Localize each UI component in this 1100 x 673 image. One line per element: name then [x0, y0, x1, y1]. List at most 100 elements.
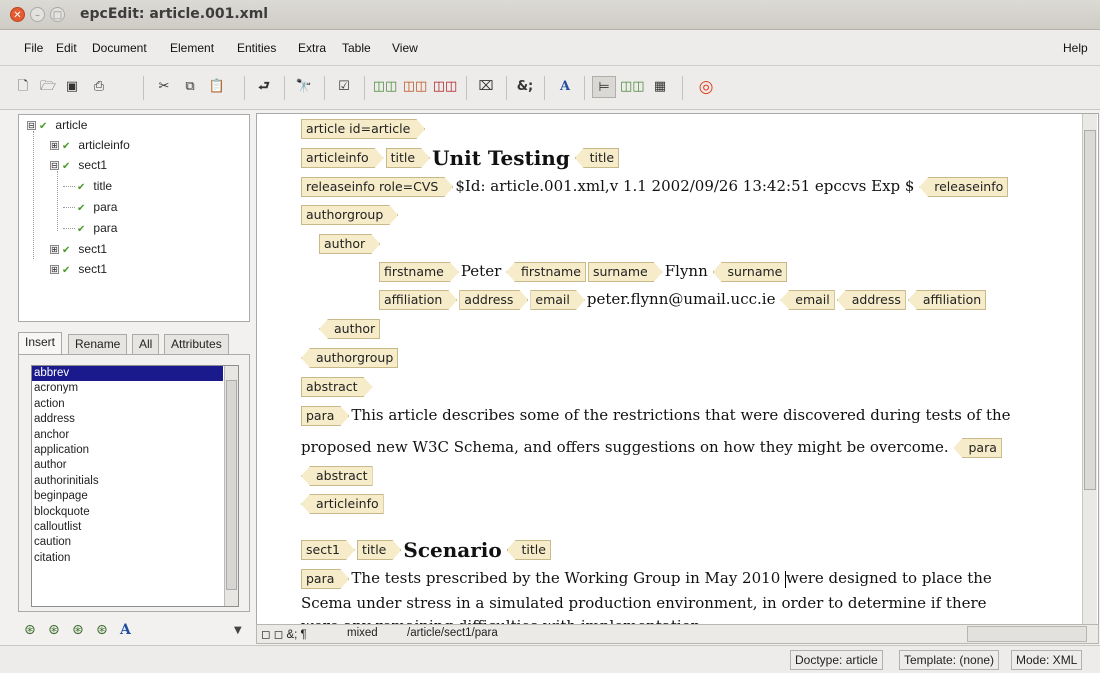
list-item[interactable]: application — [32, 443, 238, 458]
tab-rename[interactable]: Rename — [68, 334, 128, 354]
tree-node-title[interactable]: ✔ title — [77, 179, 112, 193]
font-icon[interactable]: A — [120, 622, 131, 638]
list-item[interactable]: author — [32, 458, 238, 473]
close-tag-author[interactable]: author — [319, 319, 381, 339]
open-tag-releaseinfo[interactable]: releaseinfo role=CVS — [301, 177, 453, 197]
print-icon[interactable]: ⎙ — [88, 76, 110, 98]
tree-node-sect1[interactable]: ⊞ ✔ sect1 — [50, 242, 107, 256]
entity-icon[interactable]: &; — [514, 76, 536, 98]
open-tag-affiliation[interactable]: affiliation — [379, 290, 457, 310]
maximize-window-button[interactable]: □ — [50, 7, 65, 22]
list-item[interactable]: abbrev — [32, 366, 223, 382]
tree-node-articleinfo[interactable]: ⊞ ✔ articleinfo — [50, 138, 130, 152]
insert-child-icon[interactable]: ⊛ — [48, 622, 60, 638]
menu-edit[interactable]: Edit — [56, 41, 77, 55]
open-tag-authorgroup[interactable]: authorgroup — [301, 205, 398, 225]
email-text[interactable]: peter.flynn@umail.ucc.ie — [587, 290, 776, 308]
menu-extra[interactable]: Extra — [298, 41, 326, 55]
article-title-text[interactable]: Unit Testing — [432, 146, 570, 170]
list-item[interactable]: citation — [32, 551, 238, 566]
chevron-down-icon[interactable]: ▼ — [234, 625, 242, 636]
open-tag-para[interactable]: para — [301, 569, 349, 589]
surname-text[interactable]: Flynn — [665, 262, 708, 280]
help-lifebuoy-icon[interactable]: ◎ — [694, 76, 718, 98]
editor-vertical-scrollbar[interactable] — [1082, 114, 1097, 624]
save-icon[interactable]: ▣ — [62, 76, 82, 98]
open-tag-author[interactable]: author — [319, 234, 380, 254]
scrollbar-thumb[interactable] — [1084, 130, 1096, 490]
paragraph-text[interactable]: were designed to place the — [786, 569, 992, 587]
close-window-button[interactable]: ✕ — [10, 7, 25, 22]
tree-node-article[interactable]: ⊟ ✔ article — [27, 118, 87, 132]
delete-element-icon[interactable]: ◫◫ — [432, 76, 458, 98]
close-tag-para[interactable]: para — [953, 438, 1002, 458]
insert-sibling-icon[interactable]: ⊛ — [72, 622, 84, 638]
collapse-icon[interactable]: ⊟ — [50, 161, 59, 171]
close-tag-releaseinfo[interactable]: releaseinfo — [919, 177, 1009, 197]
list-item[interactable]: action — [32, 397, 238, 412]
open-tag-articleinfo[interactable]: articleinfo — [301, 148, 384, 168]
menu-table[interactable]: Table — [342, 41, 371, 55]
close-tag-articleinfo[interactable]: articleinfo — [301, 494, 384, 514]
tree-node-para[interactable]: ✔ para — [77, 221, 117, 235]
menu-view[interactable]: View — [392, 41, 418, 55]
paragraph-text[interactable]: proposed new W3C Schema, and offers sugg… — [301, 438, 949, 456]
close-tag-affiliation[interactable]: affiliation — [907, 290, 987, 310]
minimize-window-button[interactable]: – — [30, 7, 45, 22]
attributes-icon[interactable]: ⌧ — [474, 76, 498, 98]
open-tag-para[interactable]: para — [301, 406, 349, 426]
tag-view-icon[interactable]: ◫◫ — [620, 76, 645, 98]
open-tag-sect1[interactable]: sect1 — [301, 540, 355, 560]
validate-icon[interactable]: ☑ — [334, 76, 354, 98]
expand-icon[interactable]: ⊞ — [50, 141, 59, 151]
insert-element-after-icon[interactable]: ◫◫ — [402, 76, 428, 98]
editor-horizontal-scrollbar[interactable] — [967, 626, 1087, 642]
list-item[interactable]: beginpage — [32, 489, 238, 504]
section-title-text[interactable]: Scenario — [403, 538, 501, 562]
find-icon[interactable]: 🔭 — [294, 76, 314, 98]
tree-node-para[interactable]: ✔ para — [77, 200, 117, 214]
new-document-icon[interactable]: 🗋 — [14, 76, 32, 98]
element-list-scrollbar[interactable] — [224, 366, 238, 606]
font-icon[interactable]: A — [554, 76, 576, 98]
insert-element-before-icon[interactable]: ◫◫ — [372, 76, 398, 98]
close-tag-email[interactable]: email — [780, 290, 835, 310]
tree-node-sect1[interactable]: ⊞ ✔ sect1 — [50, 262, 107, 276]
tree-view-icon[interactable]: ⊨ — [592, 76, 616, 98]
expand-icon[interactable]: ⊞ — [50, 265, 59, 275]
list-item[interactable]: caution — [32, 535, 238, 550]
open-tag-abstract[interactable]: abstract — [301, 377, 373, 397]
tree-node-sect1[interactable]: ⊟ ✔ sect1 — [50, 158, 107, 172]
open-tag-title[interactable]: title — [357, 540, 401, 560]
list-item[interactable]: address — [32, 412, 238, 427]
expand-icon[interactable]: ⊞ — [50, 245, 59, 255]
insert-node-icon[interactable]: ⊛ — [24, 622, 36, 638]
open-tag-article[interactable]: article id=article — [301, 119, 425, 139]
open-tag-email[interactable]: email — [530, 290, 584, 310]
paragraph-text[interactable]: The tests prescribed by the Working Grou… — [351, 569, 785, 587]
list-item[interactable]: authorinitials — [32, 474, 238, 489]
insert-parent-icon[interactable]: ⊛ — [96, 622, 108, 638]
undo-icon[interactable]: ⮐ — [254, 76, 274, 98]
tab-insert[interactable]: Insert — [18, 332, 63, 355]
list-item[interactable]: acronym — [32, 381, 238, 396]
statusbar-glyphs[interactable]: ◻ ◻ &; ¶ — [261, 627, 307, 641]
copy-icon[interactable]: ⧉ — [180, 76, 200, 98]
close-tag-firstname[interactable]: firstname — [506, 262, 586, 282]
cut-icon[interactable]: ✂ — [154, 76, 174, 98]
menu-file[interactable]: File — [24, 41, 43, 55]
menu-entities[interactable]: Entities — [237, 41, 276, 55]
tab-attributes[interactable]: Attributes — [164, 334, 229, 354]
close-tag-title[interactable]: title — [506, 540, 551, 560]
paragraph-text[interactable]: Scema under stress in a simulated produc… — [301, 594, 987, 612]
list-item[interactable]: calloutlist — [32, 520, 238, 535]
menu-element[interactable]: Element — [170, 41, 214, 55]
open-tag-surname[interactable]: surname — [588, 262, 663, 282]
close-tag-authorgroup[interactable]: authorgroup — [301, 348, 399, 368]
paragraph-text[interactable]: This article describes some of the restr… — [351, 406, 1010, 424]
paste-icon[interactable]: 📋 — [206, 76, 228, 98]
open-folder-icon[interactable]: 🗁 — [38, 76, 58, 98]
document-editor[interactable]: article id=article articleinfo title Unit … — [256, 113, 1099, 625]
close-tag-surname[interactable]: surname — [712, 262, 788, 282]
tab-all[interactable]: All — [132, 334, 160, 354]
